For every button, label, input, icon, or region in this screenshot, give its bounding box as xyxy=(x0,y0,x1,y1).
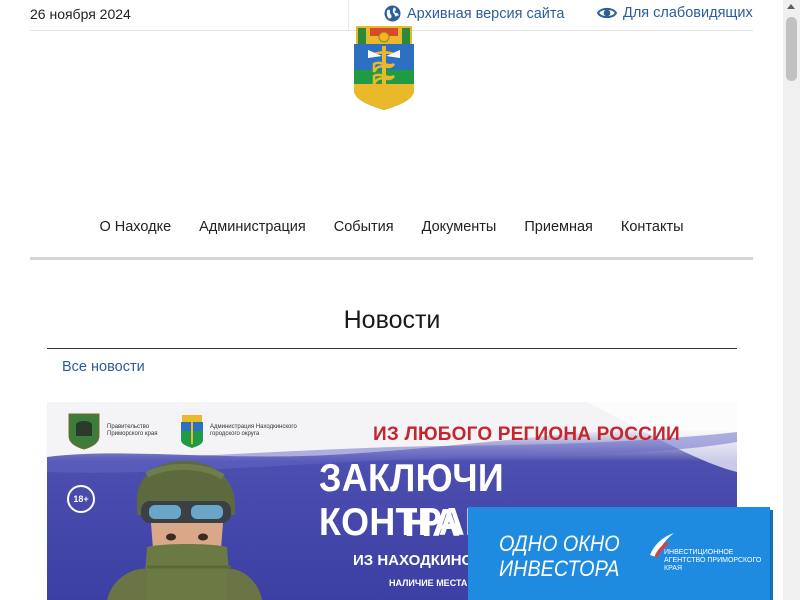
age-rating-badge: 18+ xyxy=(67,485,95,513)
archive-link[interactable]: Архивная версия сайта xyxy=(384,5,564,22)
scroll-up-arrow-icon[interactable] xyxy=(787,4,795,9)
nav-divider xyxy=(30,257,753,260)
primorye-emblem-icon xyxy=(68,413,100,450)
globe-icon xyxy=(384,5,401,22)
scrollbar-thumb[interactable] xyxy=(786,17,797,81)
low-vision-link-label: Для слабовидящих xyxy=(623,5,753,21)
government-label: Правительство Приморского края xyxy=(107,424,158,437)
investment-agency-label: ИНВЕСТИЦИОННОЕ АГЕНТСТВО ПРИМОРСКОГО КРА… xyxy=(664,549,762,572)
news-section-divider xyxy=(47,348,737,349)
investor-window-widget[interactable]: ОДНО ОКНО ИНВЕСТОРА ИНВЕСТИЦИОННОЕ АГЕНТ… xyxy=(468,507,770,600)
eye-icon xyxy=(597,7,617,19)
current-date: 26 ноября 2024 xyxy=(30,6,131,22)
main-navigation: О Находке Администрация События Документ… xyxy=(30,219,753,235)
page: 26 ноября 2024 Архивная версия сайта Для… xyxy=(0,0,783,600)
banner-subline-city: ИЗ НАХОДКИНС xyxy=(353,552,473,569)
vertical-scrollbar[interactable] xyxy=(783,0,800,600)
banner-headline-region: ИЗ ЛЮБОГО РЕГИОНА РОССИИ xyxy=(373,424,680,445)
nav-item-about[interactable]: О Находке xyxy=(99,219,171,235)
administration-logo-block: Администрация Находкинского городского о… xyxy=(180,414,305,448)
news-section-title: Новости xyxy=(343,306,441,334)
investor-widget-line1: ОДНО ОКНО xyxy=(499,531,620,556)
soldier-illustration xyxy=(107,460,262,600)
nav-item-documents[interactable]: Документы xyxy=(422,219,497,235)
investor-widget-line2: ИНВЕСТОРА xyxy=(499,556,620,581)
nav-item-contacts[interactable]: Контакты xyxy=(621,219,684,235)
low-vision-link[interactable]: Для слабовидящих xyxy=(597,5,753,21)
government-logo-block: Правительство Приморского края xyxy=(67,412,163,450)
top-divider xyxy=(348,0,349,30)
nav-item-administration[interactable]: Администрация xyxy=(199,219,306,235)
administration-label: Администрация Находкинского городского о… xyxy=(210,424,297,437)
banner-subline-place: НАЛИЧИЕ МЕСТА xyxy=(389,578,468,588)
nav-item-reception[interactable]: Приемная xyxy=(524,219,593,235)
nakhodka-emblem-icon xyxy=(181,415,203,448)
archive-link-label: Архивная версия сайта xyxy=(407,5,565,22)
nav-item-events[interactable]: События xyxy=(334,219,394,235)
all-news-link[interactable]: Все новости xyxy=(62,359,145,375)
coat-of-arms-logo[interactable] xyxy=(352,24,416,112)
